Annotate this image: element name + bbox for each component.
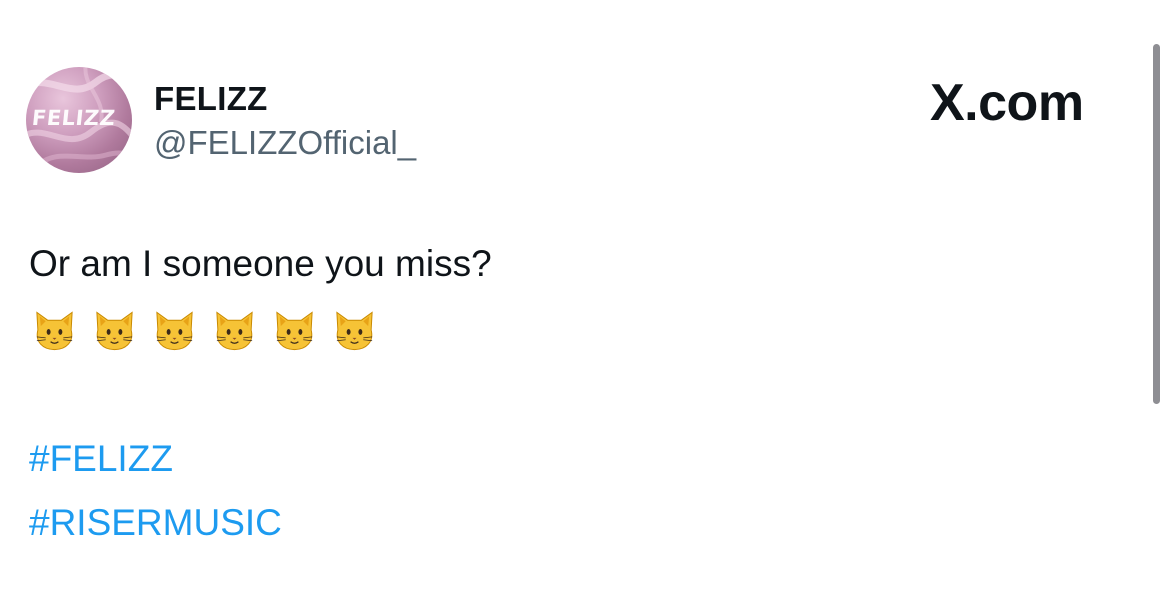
avatar[interactable]: FELIZZ — [26, 67, 132, 173]
cat-face-icon — [36, 311, 73, 351]
cat-face-icon — [156, 311, 193, 351]
cat-face-icon — [276, 311, 313, 351]
cat-face-icon — [216, 311, 253, 351]
hashtag-link-felizz[interactable]: #FELIZZ — [29, 438, 173, 480]
hashtag-link-risermusic[interactable]: #RISERMUSIC — [29, 502, 282, 544]
vertical-scrollbar[interactable] — [1153, 44, 1160, 404]
tweet-card: FELIZZ FELIZZ @FELIZZOfficial_ X.com Or … — [0, 0, 1170, 609]
cat-face-icon — [336, 311, 373, 351]
cat-face-icon — [96, 311, 133, 351]
emoji-row — [31, 306, 378, 356]
avatar-logo-text: FELIZZ — [30, 106, 117, 130]
x-com-logo[interactable]: X.com — [930, 73, 1084, 133]
author-handle[interactable]: @FELIZZOfficial_ — [154, 124, 416, 162]
tweet-text: Or am I someone you miss? — [29, 243, 492, 284]
author-display-name[interactable]: FELIZZ — [154, 80, 268, 118]
